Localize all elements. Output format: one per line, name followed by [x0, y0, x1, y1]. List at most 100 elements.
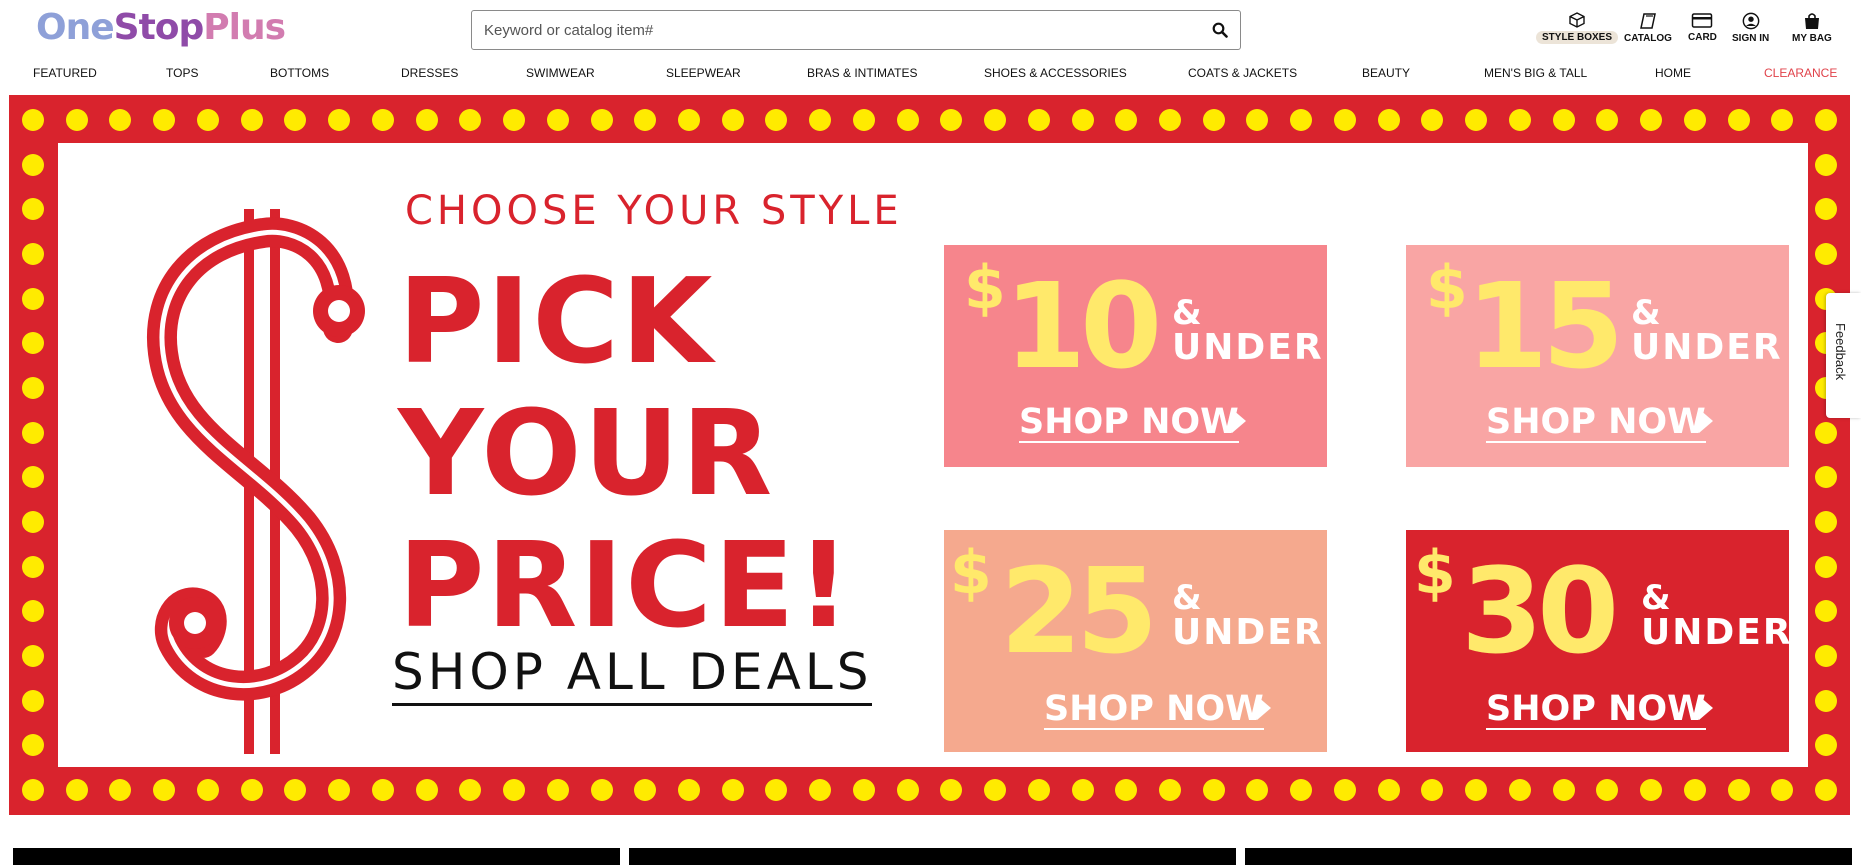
price-tile-10[interactable]: $ 10 & UNDER SHOP NOW [944, 245, 1327, 467]
nav-clearance[interactable]: CLEARANCE [1764, 66, 1837, 80]
marquee-light [415, 109, 438, 131]
tile-arrow-icon [1699, 696, 1713, 720]
price-tile-15[interactable]: $ 15 & UNDER SHOP NOW [1406, 245, 1789, 467]
marquee-light [1815, 645, 1837, 667]
marquee-light [546, 109, 569, 131]
tile-shop-now: SHOP NOW [1486, 689, 1706, 730]
marquee-light [1202, 109, 1225, 131]
marquee-light [22, 243, 44, 265]
shopping-bag-icon [1804, 13, 1819, 29]
pick-line-2: YOUR [398, 384, 775, 522]
marquee-light [1815, 153, 1837, 176]
marquee-light [503, 779, 526, 801]
search-button[interactable] [1200, 11, 1240, 49]
style-boxes-link[interactable]: STYLE BOXES [1536, 12, 1619, 44]
marquee-light [1640, 109, 1663, 131]
hero-banner[interactable]: CHOOSE YOUR STYLE PICK YOUR PRICE! SHOP … [9, 95, 1850, 815]
sign-in-label: SIGN IN [1732, 33, 1770, 44]
marquee-light [22, 377, 44, 399]
marquee-light [22, 689, 44, 712]
marquee-light [1771, 109, 1794, 131]
tile-amount: 30 [1461, 542, 1619, 680]
logo-part-one: One [36, 7, 115, 48]
promo-tile-left[interactable] [13, 848, 620, 865]
price-tile-25[interactable]: $ 25 & UNDER SHOP NOW [944, 530, 1327, 752]
marquee-light [1159, 779, 1182, 801]
feedback-tab[interactable]: Feedback [1826, 293, 1861, 418]
marquee-light [1815, 243, 1837, 265]
nav-shoes-accessories[interactable]: SHOES & ACCESSORIES [984, 66, 1127, 80]
tile-under: UNDER [1172, 612, 1324, 653]
tile-arrow-icon [1232, 409, 1246, 433]
catalog-icon [1640, 13, 1656, 29]
marquee-light [940, 109, 963, 131]
marquee-light [546, 779, 569, 801]
shop-all-deals-link[interactable]: SHOP ALL DEALS [392, 643, 873, 706]
nav-home[interactable]: HOME [1655, 66, 1691, 80]
marquee-light [634, 779, 657, 801]
marquee-light [1115, 109, 1138, 131]
marquee-light [1552, 109, 1575, 131]
tile-amount: 15 [1466, 257, 1624, 395]
marquee-light [1771, 779, 1794, 801]
marquee-light [1071, 779, 1094, 801]
tile-under: UNDER [1172, 327, 1324, 368]
tile-currency: $ [1414, 538, 1456, 608]
marquee-light [153, 109, 176, 131]
marquee-light [1727, 779, 1750, 801]
nav-bottoms[interactable]: BOTTOMS [270, 66, 329, 80]
search-box [471, 10, 1241, 50]
site-logo[interactable]: OneStopPlus [36, 7, 286, 48]
marquee-light [22, 109, 44, 131]
marquee-light [65, 109, 88, 131]
nav-mens-big-tall[interactable]: MEN'S BIG & TALL [1484, 66, 1587, 80]
marquee-light [677, 109, 700, 131]
tile-shop-now: SHOP NOW [1486, 402, 1706, 443]
marquee-light [1815, 511, 1837, 533]
marquee-light [109, 109, 132, 131]
nav-beauty[interactable]: BEAUTY [1362, 66, 1410, 80]
marquee-light [1815, 466, 1837, 489]
nav-featured[interactable]: FEATURED [33, 66, 97, 80]
marquee-light [22, 645, 44, 667]
marquee-light [590, 779, 613, 801]
marquee-light [634, 109, 657, 131]
nav-coats-jackets[interactable]: COATS & JACKETS [1188, 66, 1297, 80]
marquee-light [1596, 779, 1619, 801]
sign-in-link[interactable]: SIGN IN [1732, 12, 1769, 44]
my-bag-link[interactable]: MY BAG [1792, 12, 1832, 44]
marquee-light [415, 779, 438, 801]
promo-tile-center[interactable] [629, 848, 1236, 865]
hero-content: CHOOSE YOUR STYLE PICK YOUR PRICE! SHOP … [58, 143, 1808, 767]
marquee-light [1815, 734, 1837, 757]
marquee-light [109, 779, 132, 801]
style-boxes-label: STYLE BOXES [1536, 31, 1619, 44]
marquee-light [1683, 109, 1706, 131]
marquee-light [22, 511, 44, 533]
nav-tops[interactable]: TOPS [166, 66, 198, 80]
nav-swimwear[interactable]: SWIMWEAR [526, 66, 595, 80]
marquee-light [196, 109, 219, 131]
marquee-light [984, 109, 1007, 131]
marquee-light [1290, 779, 1313, 801]
marquee-light [240, 109, 263, 131]
price-tile-30[interactable]: $ 30 & UNDER SHOP NOW [1406, 530, 1791, 752]
marquee-light [1421, 779, 1444, 801]
tile-arrow-icon [1699, 409, 1713, 433]
marquee-light [1508, 109, 1531, 131]
search-input[interactable] [472, 11, 1200, 49]
promo-tile-right[interactable] [1245, 848, 1852, 865]
card-link[interactable]: CARD [1688, 12, 1717, 43]
tile-under: UNDER [1641, 612, 1793, 653]
marquee-light [1815, 779, 1837, 801]
catalog-link[interactable]: CATALOG [1624, 12, 1672, 44]
nav-bras-intimates[interactable]: BRAS & INTIMATES [807, 66, 917, 80]
marquee-light [503, 109, 526, 131]
credit-card-icon [1692, 13, 1713, 28]
nav-dresses[interactable]: DRESSES [401, 66, 458, 80]
marquee-light [153, 779, 176, 801]
logo-part-stop: Stop [113, 7, 205, 48]
nav-sleepwear[interactable]: SLEEPWEAR [666, 66, 741, 80]
marquee-light [852, 109, 875, 131]
marquee-light [1027, 109, 1050, 131]
